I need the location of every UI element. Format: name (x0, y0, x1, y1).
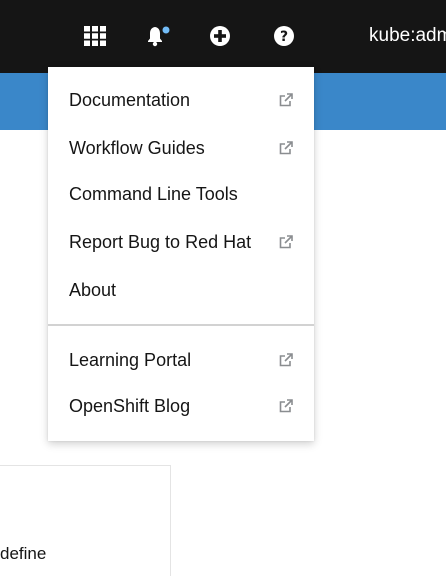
menu-item-about[interactable]: About (48, 267, 314, 313)
external-link-icon (279, 93, 293, 107)
quick-create-icon[interactable] (208, 24, 232, 48)
external-link-icon (279, 353, 293, 367)
menu-item-label: Report Bug to Red Hat (69, 232, 252, 252)
external-link-icon (279, 235, 293, 249)
external-link-icon (279, 141, 293, 155)
svg-text:?: ? (280, 29, 288, 45)
menu-item-report-bug[interactable]: Report Bug to Red Hat (48, 219, 314, 265)
menu-item-openshift-blog[interactable]: OpenShift Blog (48, 383, 314, 429)
app-launcher-icon[interactable] (83, 24, 107, 48)
notifications-icon[interactable] (146, 24, 170, 48)
menu-item-label: Learning Portal (69, 350, 192, 370)
help-menu-dropdown: Documentation Workflow Guides Command Li… (48, 67, 314, 441)
menu-item-label: Command Line Tools (69, 184, 238, 204)
external-link-icon (279, 399, 293, 413)
menu-item-command-line-tools[interactable]: Command Line Tools (48, 171, 314, 217)
menu-divider (48, 324, 314, 326)
menu-item-learning-portal[interactable]: Learning Portal (48, 337, 314, 383)
menu-item-label: Documentation (69, 90, 191, 110)
menu-item-label: OpenShift Blog (69, 396, 191, 416)
masthead: ? kube:admin (0, 0, 446, 73)
background-partial-text: define (0, 544, 47, 563)
user-menu-label[interactable]: kube:admin (369, 24, 446, 48)
help-icon[interactable]: ? (272, 24, 296, 48)
menu-item-workflow-guides[interactable]: Workflow Guides (48, 125, 314, 171)
notification-dot (162, 26, 170, 34)
menu-item-documentation[interactable]: Documentation (48, 77, 314, 123)
menu-item-label: Workflow Guides (69, 138, 205, 158)
menu-item-label: About (69, 280, 117, 300)
